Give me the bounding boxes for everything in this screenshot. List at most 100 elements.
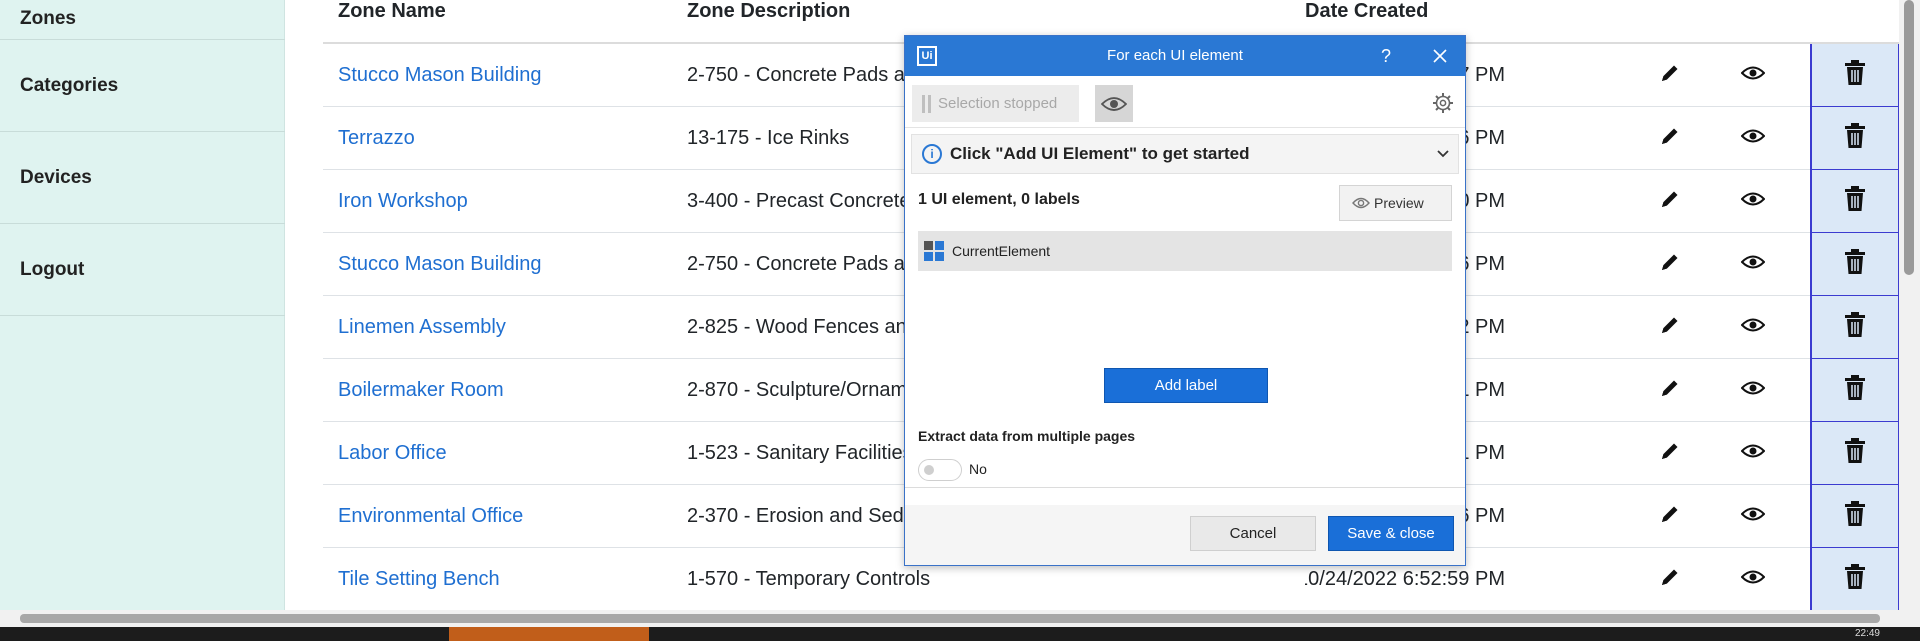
sidebar-item-zones[interactable]: Zones [0,0,285,40]
delete-button[interactable] [1810,233,1900,296]
view-button[interactable] [1731,233,1775,296]
info-icon: i [922,144,942,164]
eye-icon [1740,255,1766,274]
vertical-scrollbar-thumb[interactable] [1904,0,1914,275]
delete-button[interactable] [1810,548,1900,611]
delete-button[interactable] [1810,296,1900,359]
eye-icon [1740,192,1766,211]
zone-name-link[interactable]: Stucco Mason Building [338,44,668,107]
trash-icon [1844,500,1866,532]
extract-multiple-pages-label: Extract data from multiple pages [918,428,1136,444]
edit-button[interactable] [1648,359,1692,422]
taskbar: 22:49 [0,627,1920,641]
view-button[interactable] [1731,44,1775,107]
edit-button[interactable] [1648,422,1692,485]
edit-button[interactable] [1648,44,1692,107]
trash-icon [1844,59,1866,91]
zone-name-link[interactable]: Environmental Office [338,485,668,548]
eye-icon [1740,66,1766,85]
preview-label: Preview [1374,195,1424,211]
eye-icon [1740,129,1766,148]
sidebar-item-logout[interactable]: Logout [0,224,285,316]
toggle-knob [924,465,934,475]
eye-icon [1352,197,1370,209]
edit-button[interactable] [1648,485,1692,548]
sidebar-item-categories[interactable]: Categories [0,40,285,132]
delete-button[interactable] [1810,107,1900,170]
get-started-text: Click "Add UI Element" to get started [950,144,1250,163]
pencil-icon [1659,62,1681,89]
close-icon [1433,49,1447,63]
extract-multiple-pages-toggle[interactable] [918,459,962,481]
pencil-icon [1659,377,1681,404]
save-and-close-button[interactable]: Save & close [1328,516,1454,551]
eye-icon [1740,444,1766,463]
ui-element-item[interactable]: CurrentElement [918,231,1452,271]
get-started-expander[interactable]: i Click "Add UI Element" to get started [911,134,1459,174]
zone-name-link[interactable]: Labor Office [338,422,668,485]
column-header-zone-description[interactable]: Zone Description [687,0,850,28]
edit-button[interactable] [1648,296,1692,359]
sidebar: Zones Categories Devices Logout [0,0,285,610]
dialog-title-bar: Ui For each UI element ? [905,36,1465,76]
element-label-count: 1 UI element, 0 labels [918,191,1080,208]
zone-name-link[interactable]: Linemen Assembly [338,296,668,359]
delete-button[interactable] [1810,485,1900,548]
view-button[interactable] [1731,548,1775,611]
zone-name-link[interactable]: Stucco Mason Building [338,233,668,296]
zone-name-link[interactable]: Iron Workshop [338,170,668,233]
edit-button[interactable] [1648,548,1692,611]
ui-element-icon [924,241,944,261]
view-button[interactable] [1731,485,1775,548]
toggle-value: No [969,461,987,477]
pencil-icon [1659,251,1681,278]
taskbar-active-app[interactable] [449,627,649,641]
cancel-button[interactable]: Cancel [1190,516,1316,551]
horizontal-scrollbar[interactable] [0,610,1920,627]
delete-button[interactable] [1810,359,1900,422]
pause-icon [922,95,932,113]
pencil-icon [1659,125,1681,152]
column-header-date-created[interactable]: Date Created [1305,0,1428,28]
eye-icon [1740,318,1766,337]
delete-button[interactable] [1810,44,1900,107]
preview-button[interactable]: Preview [1339,185,1452,221]
dialog-body: i Click "Add UI Element" to get started … [905,128,1465,488]
sidebar-item-label: Logout [20,258,85,280]
pencil-icon [1659,314,1681,341]
edit-button[interactable] [1648,233,1692,296]
view-button[interactable] [1731,296,1775,359]
selection-stopped-button[interactable]: Selection stopped [912,85,1079,122]
vertical-scrollbar[interactable] [1899,0,1920,610]
trash-icon [1844,185,1866,217]
view-button[interactable] [1731,422,1775,485]
delete-button[interactable] [1810,422,1900,485]
close-button[interactable] [1425,36,1455,76]
trash-icon [1844,563,1866,595]
view-button[interactable] [1731,170,1775,233]
sidebar-item-label: Devices [20,166,92,188]
view-button[interactable] [1731,107,1775,170]
eye-icon [1101,96,1127,111]
app-window: Zones Categories Devices Logout Zone Nam… [0,0,1920,641]
zone-name-link[interactable]: Terrazzo [338,107,668,170]
delete-button[interactable] [1810,170,1900,233]
view-button[interactable] [1731,359,1775,422]
trash-icon [1844,437,1866,469]
trash-icon [1844,122,1866,154]
settings-button[interactable] [1430,90,1456,116]
column-header-zone-name[interactable]: Zone Name [338,0,446,28]
eye-icon [1740,381,1766,400]
zone-name-link[interactable]: Boilermaker Room [338,359,668,422]
pencil-icon [1659,188,1681,215]
horizontal-scrollbar-thumb[interactable] [20,614,1880,623]
selection-stopped-label: Selection stopped [938,95,1058,112]
help-button[interactable]: ? [1371,36,1401,76]
add-label-button[interactable]: Add label [1104,368,1268,403]
trash-icon [1844,311,1866,343]
sidebar-item-devices[interactable]: Devices [0,132,285,224]
zone-name-link[interactable]: Tile Setting Bench [338,548,668,611]
edit-button[interactable] [1648,107,1692,170]
edit-button[interactable] [1648,170,1692,233]
highlight-toggle-button[interactable] [1095,85,1133,122]
